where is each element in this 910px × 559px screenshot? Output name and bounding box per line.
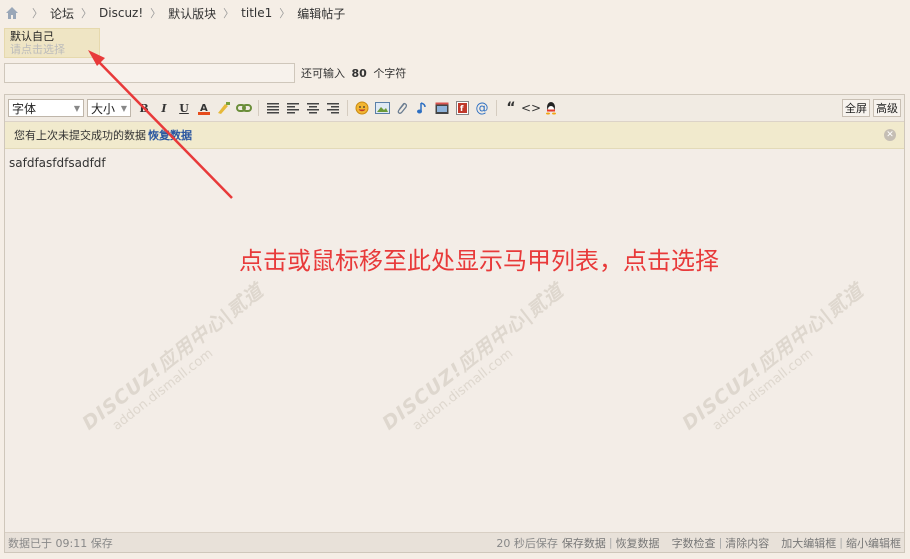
char-counter-suffix: 个字符 [373,67,407,80]
watermark-line2: addon.dismall.com [709,345,817,434]
font-select[interactable]: 字体 ▼ [8,99,84,117]
toolbar-right-group: 全屏 高级 [842,99,901,117]
notice-text: 您有上次未提交成功的数据 [14,129,146,142]
statusbar-divider: | [839,536,843,549]
word-check-link[interactable]: 字数检查 [672,535,716,551]
editor-content[interactable]: safdfasfdfsadfdf DISCUZ!应用中心|贰道 addon.di… [5,150,904,531]
watermark-line1: DISCUZ!应用中心|贰道 [678,279,868,435]
statusbar-divider: | [608,536,613,549]
align-right-icon[interactable] [324,99,342,117]
char-counter-value: 80 [351,67,367,80]
flash-icon[interactable]: f [453,99,471,117]
size-select[interactable]: 大小 ▼ [87,99,131,117]
unsaved-data-notice: 您有上次未提交成功的数据 恢复数据 ✕ [5,122,904,149]
align-center-icon[interactable] [304,99,322,117]
breadcrumb-thread[interactable]: title1 [241,6,272,20]
bold-icon[interactable]: B [135,99,153,117]
smiley-icon[interactable] [353,99,371,117]
code-icon[interactable]: <> [521,99,541,117]
toolbar-divider [258,100,259,116]
autosave-status: 数据已于 09:11 保存 [8,536,113,550]
watermark: DISCUZ!应用中心|贰道 addon.dismall.com [76,279,286,462]
breadcrumb-current: 编辑帖子 [297,6,346,21]
watermark-line2: addon.dismall.com [409,345,517,434]
sockpuppet-hint: 请点击选择 [10,43,65,56]
shrink-editor-link[interactable]: 缩小编辑框 [846,535,901,551]
highlight-icon[interactable] [215,99,233,117]
watermark-line1: DISCUZ!应用中心|贰道 [78,279,268,435]
statusbar-actions: 20 秒后保存 保存数据 | 恢复数据 字数检查 | 清除内容 加大编辑框 | … [496,535,901,551]
image-icon[interactable] [373,99,391,117]
watermark: DISCUZ!应用中心|贰道 addon.dismall.com [676,279,886,462]
chevron-down-icon: ▼ [120,103,127,113]
annotation-callout: 点击或鼠标移至此处显示马甲列表，点击选择 [239,247,719,275]
breadcrumb-separator: 〉 [150,7,162,20]
title-row: 还可输入 80 个字符 [4,62,406,84]
breadcrumb: 〉 论坛 〉 Discuz! 〉 默认版块 〉 title1 〉 编辑帖子 [5,4,345,22]
italic-icon[interactable]: I [155,99,173,117]
home-icon[interactable] [5,6,19,20]
breadcrumb-board[interactable]: 默认版块 [168,5,216,22]
editor-toolbar: 字体 ▼ 大小 ▼ B I U A f @ “ <> 全屏 高级 [5,95,904,122]
restore-data-link[interactable]: 恢复数据 [148,127,192,143]
restore-data-status-link[interactable]: 恢复数据 [616,535,660,551]
attachment-icon[interactable] [393,99,411,117]
watermark: DISCUZ!应用中心|贰道 addon.dismall.com [376,279,586,462]
music-icon[interactable] [413,99,431,117]
watermark-line1: DISCUZ!应用中心|贰道 [378,279,568,435]
char-counter: 还可输入 80 个字符 [301,65,406,81]
fullscreen-button[interactable]: 全屏 [842,99,870,117]
underline-icon[interactable]: U [175,99,193,117]
breadcrumb-separator: 〉 [223,7,235,20]
quote-icon[interactable]: “ [502,99,520,117]
sockpuppet-selector[interactable]: 默认自己 请点击选择 [4,28,100,58]
at-mention-icon[interactable]: @ [473,99,491,117]
post-body-text: safdfasfdfsadfdf [9,156,106,170]
advanced-button[interactable]: 高级 [873,99,901,117]
toolbar-divider [347,100,348,116]
editor: 字体 ▼ 大小 ▼ B I U A f @ “ <> 全屏 高级 您有上次未提交… [4,94,905,553]
font-color-icon[interactable]: A [195,99,213,117]
sockpuppet-name: 默认自己 [10,30,54,43]
link-icon[interactable] [235,99,253,117]
align-left-icon[interactable] [284,99,302,117]
char-counter-prefix: 还可输入 [301,67,345,80]
statusbar-divider: | [718,536,723,549]
video-icon[interactable] [433,99,451,117]
watermark-line2: addon.dismall.com [109,345,217,434]
align-justify-icon[interactable] [264,99,282,117]
title-input[interactable] [4,63,295,83]
toolbar-divider [496,100,497,116]
breadcrumb-discuz[interactable]: Discuz! [99,6,143,20]
breadcrumb-separator: 〉 [32,7,43,20]
breadcrumb-separator: 〉 [279,7,291,20]
breadcrumb-forum[interactable]: 论坛 [50,5,74,22]
font-select-label: 字体 [12,101,37,116]
close-icon[interactable]: ✕ [884,129,896,141]
chevron-down-icon: ▼ [73,103,80,113]
editor-statusbar: 数据已于 09:11 保存 20 秒后保存 保存数据 | 恢复数据 字数检查 |… [5,532,904,552]
qq-icon[interactable] [542,99,560,117]
clear-content-link[interactable]: 清除内容 [725,535,769,551]
autosave-countdown: 20 秒后保存 [496,536,558,550]
svg-text:f: f [460,104,464,113]
breadcrumb-separator: 〉 [81,7,93,20]
enlarge-editor-link[interactable]: 加大编辑框 [781,535,836,551]
size-select-label: 大小 [91,101,116,116]
save-data-link[interactable]: 保存数据 [562,535,606,551]
